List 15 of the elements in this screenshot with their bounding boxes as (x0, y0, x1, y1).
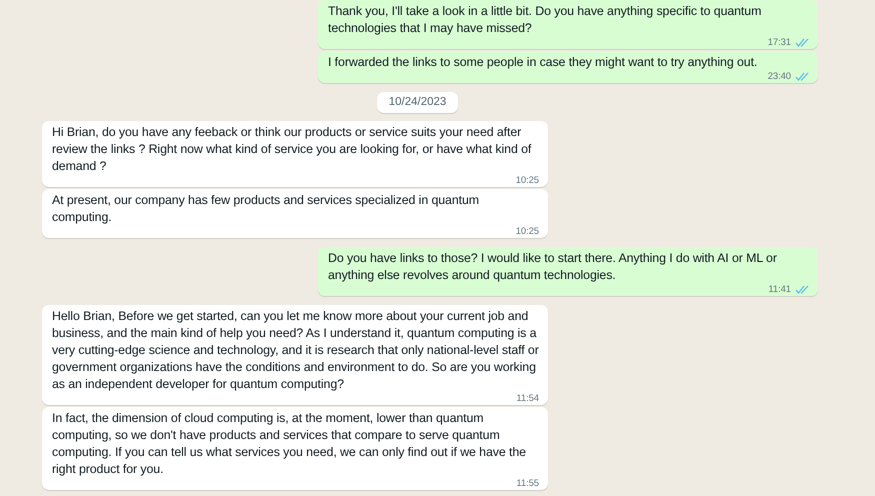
message-time: 23:40 (768, 71, 791, 82)
message-time: 11:54 (516, 393, 539, 404)
message-text: At present, our company has few products and services specialized in quantum computing. (52, 192, 480, 226)
message-time: 17:31 (768, 37, 791, 48)
message-text: Do you have links to those? I would like to start there. Anything I do with AI or ML or anything else revolves around quantum technologies. (328, 250, 778, 284)
message-time: 11:41 (768, 284, 791, 295)
message-text: Thank you, I'll take a look in a little bit. Do you have anything specific to quantum technologies that I may have missed? (328, 3, 762, 37)
date-divider: 10/24/2023 (376, 92, 458, 113)
message-text: Hello Brian, Before we get started, can you let me know more about your current job and business, and the main kind of help you need? As I understand it, quantum computing is a very cutting-edge science and technology, and it is research that only national-level staff or government organizations have the conditions and environment to do. So are you working as an independent developer for quantum computing? (52, 308, 539, 393)
message-time: 11:55 (516, 478, 539, 489)
message-text: In fact, the dimension of cloud computing is, at the moment, lower than quantum computing, so we don't have products and services that compare to serve quantum computing. If you can tell us what services you need, we can only find out if we have the right product for you. (52, 410, 527, 478)
message-text: I forwarded the links to some people in case they might want to try anything out. (328, 54, 758, 71)
message-text: Hi Brian, do you have any feeback or think our products or service suits your need after review the links ? Right now what kind of service you are looking for, or have what kind of demand ? (52, 124, 532, 175)
message-time: 10:25 (516, 175, 539, 186)
message-time: 10:25 (516, 226, 539, 237)
